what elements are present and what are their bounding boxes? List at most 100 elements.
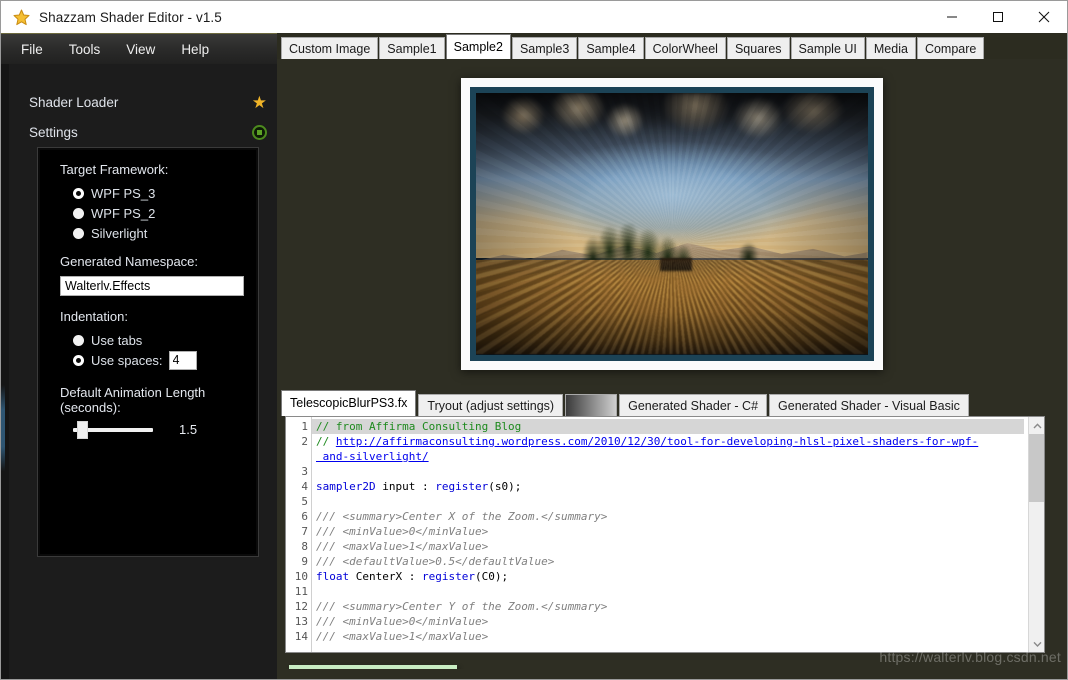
code-editor[interactable]: 12.34567891011121314 // from Affirma Con… — [285, 416, 1045, 653]
menu-view[interactable]: View — [115, 39, 166, 60]
radio-use-spaces[interactable]: Use spaces: — [60, 350, 256, 370]
radio-indicator — [73, 187, 84, 199]
application-window: Shazzam Shader Editor - v1.5 File Tools … — [0, 0, 1068, 680]
spaces-count-input[interactable] — [168, 350, 197, 370]
code-token: /// <defaultValue>0.5</defaultValue> — [316, 555, 555, 568]
line-number: . — [286, 449, 311, 464]
code-line: /// <maxValue>1</maxValue> — [312, 539, 1044, 554]
code-line: /// <summary>Center X of the Zoom.</summ… — [312, 509, 1044, 524]
preview-tab-strip: Custom Image Sample1 Sample2 Sample3 Sam… — [277, 33, 1067, 59]
sidebar-panel: Shader Loader ★ Settings Target Framewor… — [9, 64, 277, 679]
radio-label: Use spaces: — [91, 352, 163, 368]
code-token: /// <minValue>0</minValue> — [316, 615, 489, 628]
tab-sample1[interactable]: Sample1 — [379, 37, 445, 59]
menu-tools[interactable]: Tools — [58, 39, 112, 60]
sidebar-item-settings[interactable]: Settings — [29, 117, 267, 147]
tab-sample2[interactable]: Sample2 — [445, 34, 511, 59]
minimize-button[interactable] — [929, 1, 975, 33]
preview-photo-mat — [461, 77, 883, 370]
code-vertical-scrollbar[interactable] — [1028, 417, 1044, 652]
radio-wpf-ps3[interactable]: WPF PS_3 — [60, 184, 256, 202]
target-framework-label: Target Framework: — [60, 162, 169, 177]
tab-media[interactable]: Media — [865, 37, 916, 59]
app-star-icon — [13, 9, 30, 26]
left-sidebar: Shader Loader ★ Settings Target Framewor… — [1, 64, 277, 679]
animation-length-label: Default Animation Length (seconds): — [60, 385, 206, 415]
animation-length-slider[interactable] — [73, 420, 153, 439]
menu-bar: File Tools View Help — [1, 33, 277, 64]
code-token[interactable]: and-silverlight/ — [316, 450, 429, 463]
scrollbar-thumb[interactable] — [1029, 434, 1044, 502]
tab-generated-vb[interactable]: Generated Shader - Visual Basic — [769, 394, 969, 416]
tab-shader-file[interactable]: TelescopicBlurPS3.fx — [281, 390, 417, 416]
code-token: /// <maxValue>1</maxValue> — [316, 630, 489, 643]
code-token: register — [421, 570, 475, 583]
maximize-button[interactable] — [975, 1, 1021, 33]
code-token: float — [316, 570, 350, 583]
sidebar-item-shader-loader[interactable]: Shader Loader ★ — [29, 87, 267, 117]
code-text-area[interactable]: // from Affirma Consulting Blog// http:/… — [312, 417, 1044, 652]
line-number: 11 — [294, 585, 308, 598]
radio-indicator — [73, 334, 84, 346]
tab-custom-image[interactable]: Custom Image — [281, 37, 379, 59]
chevron-down-icon[interactable] — [1029, 635, 1044, 652]
code-token: (C0); — [474, 570, 509, 583]
tab-sample4[interactable]: Sample4 — [578, 37, 644, 59]
line-number: 2 — [301, 435, 308, 448]
close-button[interactable] — [1021, 1, 1067, 33]
radio-indicator — [73, 354, 84, 366]
radio-label: Silverlight — [91, 225, 148, 241]
code-line: /// <summary>Center Y of the Zoom.</summ… — [312, 599, 1044, 614]
indentation-label: Indentation: — [60, 309, 128, 324]
animation-length-slider-row: 1.5 — [60, 420, 256, 439]
chevron-up-icon[interactable] — [1029, 417, 1044, 434]
slider-thumb[interactable] — [77, 420, 88, 439]
settings-target-icon — [252, 124, 267, 140]
code-line: // http://affirmaconsulting.wordpress.co… — [312, 434, 1044, 449]
code-line: sampler2D input : register(s0); — [312, 479, 1044, 494]
radio-use-tabs[interactable]: Use tabs — [60, 331, 256, 349]
line-number: 3 — [301, 465, 308, 478]
preview-photo[interactable] — [470, 86, 874, 361]
title-bar: Shazzam Shader Editor - v1.5 — [1, 1, 1067, 33]
line-number: 5 — [301, 495, 308, 508]
line-number: 10 — [294, 570, 308, 583]
code-line: // from Affirma Consulting Blog — [312, 419, 1024, 434]
line-number: 1 — [301, 420, 308, 433]
code-line: /// <maxValue>1</maxValue> — [312, 629, 1044, 644]
tab-squares[interactable]: Squares — [726, 37, 790, 59]
code-token: input : — [375, 480, 436, 493]
generated-namespace-label: Generated Namespace: — [60, 254, 199, 269]
radio-wpf-ps2[interactable]: WPF PS_2 — [60, 204, 256, 222]
code-token: /// <summary>Center Y of the Zoom.</summ… — [316, 600, 608, 613]
code-line: float CenterX : register(C0); — [312, 569, 1044, 584]
window-title: Shazzam Shader Editor - v1.5 — [39, 9, 222, 25]
tab-sample-ui[interactable]: Sample UI — [790, 37, 865, 59]
radio-silverlight[interactable]: Silverlight — [60, 224, 256, 242]
tab-generated-csharp[interactable]: Generated Shader - C# — [619, 394, 768, 416]
radio-label: WPF PS_2 — [91, 205, 156, 221]
generated-namespace-input[interactable] — [60, 276, 244, 296]
line-number: 7 — [301, 525, 308, 538]
code-token[interactable]: http://affirmaconsulting.wordpress.com/2… — [336, 435, 978, 448]
menu-file[interactable]: File — [10, 39, 54, 60]
menu-help[interactable]: Help — [170, 39, 220, 60]
code-token: sampler2D — [316, 480, 376, 493]
tab-compare[interactable]: Compare — [916, 37, 985, 59]
code-token: register — [435, 480, 489, 493]
main-content: Custom Image Sample1 Sample2 Sample3 Sam… — [277, 33, 1067, 679]
animation-length-value: 1.5 — [179, 422, 198, 437]
tab-sample3[interactable]: Sample3 — [511, 37, 578, 59]
line-number: 6 — [301, 510, 308, 523]
tab-tryout[interactable]: Tryout (adjust settings) — [418, 394, 564, 416]
tab-colorwheel[interactable]: ColorWheel — [644, 37, 726, 59]
photo-vignette-layer — [476, 92, 868, 355]
code-token: /// <summary>Center X of the Zoom.</summ… — [316, 510, 608, 523]
shader-loader-label: Shader Loader — [29, 94, 119, 110]
radio-label: Use tabs — [91, 332, 143, 348]
editor-pane: TelescopicBlurPS3.fx Tryout (adjust sett… — [277, 388, 1067, 679]
code-line: /// <minValue>0</minValue> — [312, 524, 1044, 539]
